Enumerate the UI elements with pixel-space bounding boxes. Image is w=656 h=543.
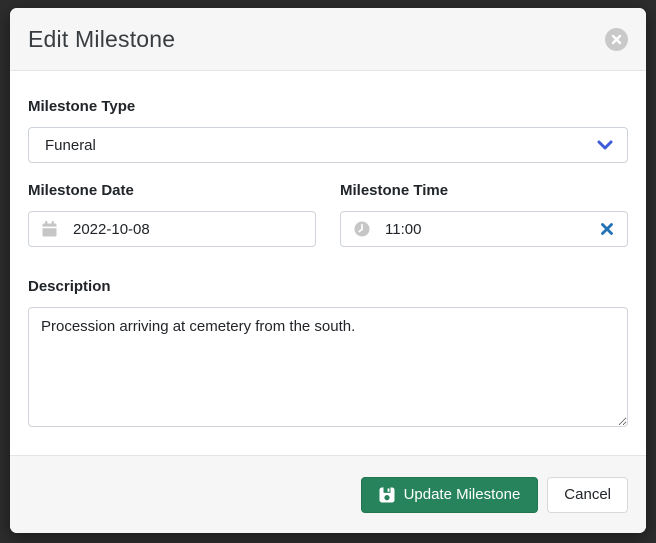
description-textarea[interactable]: Procession arriving at cemetery from the… xyxy=(28,307,628,427)
description-group: Description Procession arriving at cemet… xyxy=(28,277,628,432)
milestone-time-label: Milestone Time xyxy=(340,181,628,201)
milestone-date-input-wrap xyxy=(28,211,316,247)
milestone-date-input[interactable] xyxy=(28,211,316,247)
milestone-type-label: Milestone Type xyxy=(28,97,628,117)
modal-backdrop: Edit Milestone Milestone Type Funeral xyxy=(0,0,656,543)
date-time-row: Milestone Date xyxy=(28,181,628,247)
update-milestone-button[interactable]: Update Milestone xyxy=(361,477,539,513)
modal-footer: Update Milestone Cancel xyxy=(10,455,646,533)
save-floppy-icon xyxy=(379,487,395,503)
modal-header: Edit Milestone xyxy=(10,8,646,71)
clear-time-button[interactable] xyxy=(598,220,616,238)
milestone-type-value: Funeral xyxy=(45,137,96,154)
modal-body: Milestone Type Funeral Milestone Date xyxy=(10,71,646,455)
milestone-time-input-wrap xyxy=(340,211,628,247)
chevron-down-icon xyxy=(597,140,613,150)
close-button[interactable] xyxy=(605,28,628,51)
modal-title: Edit Milestone xyxy=(28,26,175,53)
clear-x-icon xyxy=(600,222,614,236)
cancel-label: Cancel xyxy=(564,486,611,503)
update-milestone-label: Update Milestone xyxy=(404,486,521,503)
milestone-date-group: Milestone Date xyxy=(28,181,316,247)
milestone-time-group: Milestone Time xyxy=(340,181,628,247)
milestone-type-group: Milestone Type Funeral xyxy=(28,97,628,163)
cancel-button[interactable]: Cancel xyxy=(547,477,628,513)
description-label: Description xyxy=(28,277,628,297)
edit-milestone-modal: Edit Milestone Milestone Type Funeral xyxy=(10,8,646,533)
close-x-icon xyxy=(611,34,622,45)
milestone-time-input[interactable] xyxy=(340,211,628,247)
milestone-type-select[interactable]: Funeral xyxy=(28,127,628,163)
milestone-date-label: Milestone Date xyxy=(28,181,316,201)
